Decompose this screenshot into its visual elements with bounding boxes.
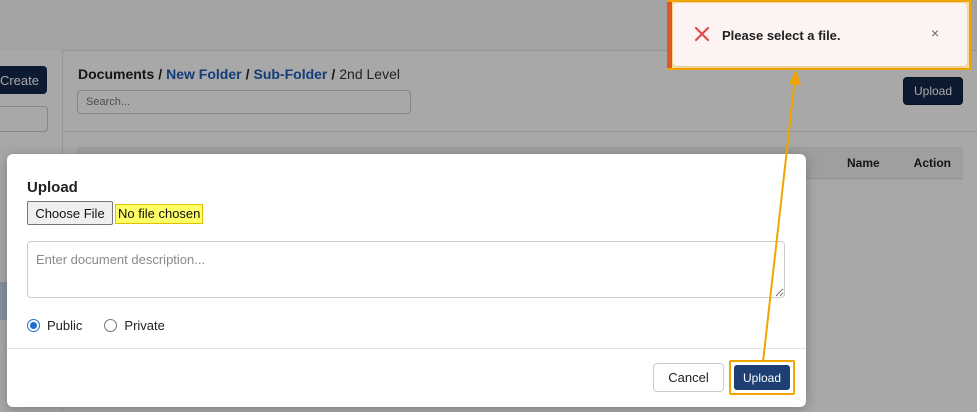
toast-accent-bar [667, 2, 672, 68]
public-radio[interactable] [27, 318, 40, 332]
public-radio-label[interactable]: Public [47, 318, 82, 333]
cancel-button[interactable]: Cancel [653, 363, 724, 392]
upload-modal: Upload Choose File No file chosen Public… [7, 154, 806, 407]
visibility-radio-group: Public Private [27, 316, 165, 334]
upload-button-highlight: Upload [729, 360, 795, 395]
private-radio-label[interactable]: Private [124, 318, 164, 333]
error-toast: Please select a file. × [673, 3, 967, 66]
upload-submit-button[interactable]: Upload [734, 365, 790, 390]
choose-file-button[interactable]: Choose File [27, 201, 113, 225]
modal-title: Upload [27, 179, 78, 196]
modal-body: Upload Choose File No file chosen Public… [7, 154, 806, 349]
toast-message: Please select a file. [722, 28, 841, 43]
private-radio[interactable] [104, 318, 118, 332]
error-x-icon [694, 26, 710, 42]
file-status-text: No file chosen [114, 204, 204, 224]
modal-footer: Cancel Upload [7, 348, 806, 408]
toast-close-icon[interactable]: × [931, 25, 939, 41]
description-textarea[interactable] [27, 241, 785, 298]
